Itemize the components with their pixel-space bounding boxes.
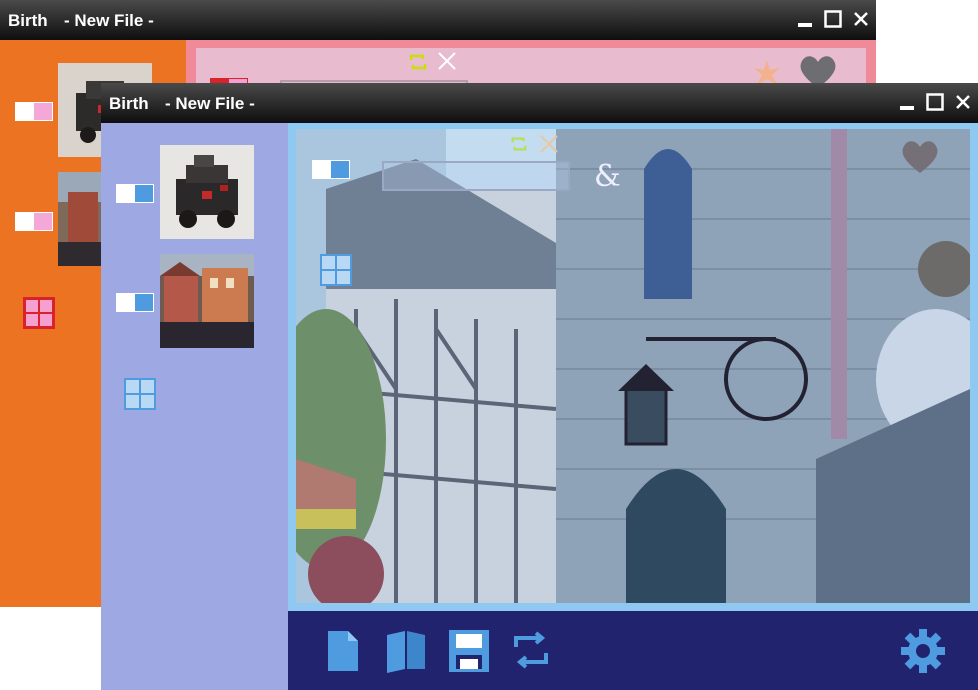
close-icon[interactable] [852,10,870,28]
toggle-switch[interactable] [15,102,53,121]
close-icon[interactable] [436,50,458,72]
bottom-toolbar [288,611,978,690]
front-titlebar[interactable]: Birth - New File - [101,83,978,123]
close-icon[interactable] [954,93,972,111]
front-sidebar [101,123,288,690]
file-name: - New File - [64,11,154,30]
open-book-icon[interactable] [385,629,427,673]
main-photo [296,129,970,603]
toggle-switch[interactable] [15,212,53,231]
thumbnail-robot[interactable] [160,145,254,239]
layout-grid-icon[interactable] [320,254,352,286]
maximize-icon[interactable] [824,10,842,28]
refresh-icon[interactable] [408,52,428,72]
thumbnail-street[interactable] [160,254,254,348]
save-icon[interactable] [448,629,490,673]
app-name: Birth [109,94,149,113]
app-name: Birth [8,11,48,30]
title-input[interactable] [382,161,570,191]
toggle-switch[interactable] [116,184,154,203]
close-icon[interactable] [538,133,560,155]
minimize-icon[interactable] [796,10,814,28]
ampersand-label: & [594,159,621,194]
layout-grid-icon[interactable] [124,378,156,410]
maximize-icon[interactable] [926,93,944,111]
heart-icon[interactable] [900,139,940,175]
refresh-icon[interactable] [511,631,551,669]
toggle-switch[interactable] [116,293,154,312]
front-window: Birth - New File - & [101,83,978,690]
front-content: & [288,123,978,611]
settings-gear-icon[interactable] [899,627,947,675]
back-titlebar[interactable]: Birth - New File - [0,0,876,40]
refresh-icon[interactable] [510,135,528,153]
minimize-icon[interactable] [898,93,916,111]
layout-grid-icon[interactable] [23,297,55,329]
toggle-switch[interactable] [312,160,350,179]
file-name: - New File - [165,94,255,113]
new-page-icon[interactable] [326,629,360,673]
